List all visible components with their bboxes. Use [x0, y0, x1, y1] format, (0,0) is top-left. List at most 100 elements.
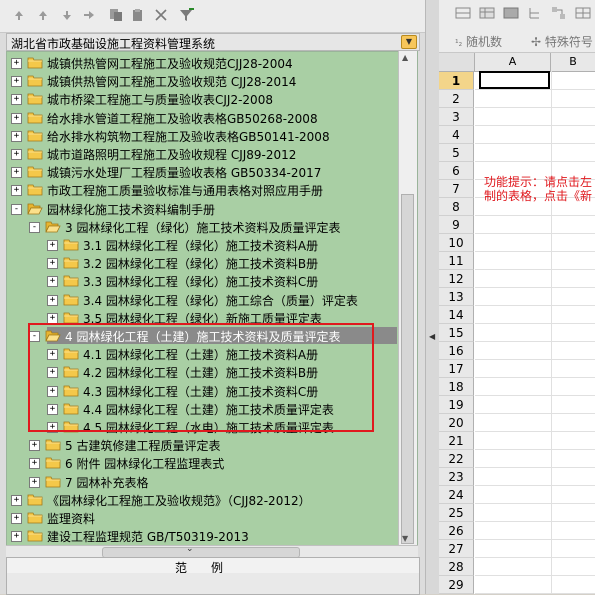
column-header[interactable]: A [475, 53, 551, 71]
tree-node[interactable]: +3.5 园林绿化工程（绿化）新施工质量评定表 [7, 309, 407, 327]
expand-icon[interactable]: + [47, 294, 58, 306]
row-header[interactable]: 21 [439, 432, 474, 450]
tree-node[interactable]: + 城镇污水处理厂工程质量验收表格 GB50334-2017 [7, 163, 407, 181]
row-header[interactable]: 22 [439, 450, 474, 468]
project-type-select[interactable]: 湖北省市政基础设施工程资料管理系统 ▼ [6, 33, 420, 51]
tree-node[interactable]: +3.1 园林绿化工程（绿化）施工技术资料A册 [7, 236, 407, 254]
expand-icon[interactable]: + [11, 513, 22, 524]
tree-node[interactable]: + 城镇供热管网工程施工及验收规范CJJ28-2004 [7, 54, 407, 72]
row-header[interactable]: 5 [439, 144, 474, 162]
scroll-thumb[interactable] [401, 194, 414, 544]
expand-icon[interactable]: + [47, 276, 58, 288]
tree-icon[interactable] [527, 6, 543, 23]
column-header[interactable]: B [551, 53, 595, 71]
tree-node[interactable]: + 城镇供热管网工程施工及验收规范 CJJ28-2014 [7, 72, 407, 90]
tree-node[interactable]: - 3 园林绿化工程（绿化）施工技术资料及质量评定表 [7, 218, 407, 236]
tree-vertical-scrollbar[interactable]: ▲ ▼ [398, 51, 417, 546]
tree-node[interactable]: + 城市道路照明工程施工及验收规程 CJJ89-2012 [7, 145, 407, 163]
row-header[interactable]: 3 [439, 108, 474, 126]
close-icon[interactable] [152, 6, 170, 24]
row-header[interactable]: 15 [439, 324, 474, 342]
sheet-icon[interactable] [503, 6, 519, 23]
tree-node[interactable]: - 4 园林绿化工程（土建）施工技术资料及质量评定表 [7, 327, 407, 345]
tree-node[interactable]: + 给水排水管道工程施工及验收表格GB50268-2008 [7, 109, 407, 127]
row-header[interactable]: 24 [439, 486, 474, 504]
row-header[interactable]: 29 [439, 576, 474, 594]
row-header[interactable]: 18 [439, 378, 474, 396]
row-header[interactable]: 17 [439, 360, 474, 378]
row-header[interactable]: 8 [439, 198, 474, 216]
row-header[interactable]: 11 [439, 252, 474, 270]
expand-icon[interactable]: + [11, 167, 22, 179]
tree-node[interactable]: +3.2 园林绿化工程（绿化）施工技术资料B册 [7, 254, 407, 272]
row-header[interactable]: 12 [439, 270, 474, 288]
insert-row-icon[interactable] [455, 6, 471, 23]
grid-icon[interactable] [575, 6, 591, 23]
expand-icon[interactable]: + [11, 112, 22, 124]
expand-icon[interactable]: + [29, 440, 40, 452]
expand-icon[interactable]: + [47, 385, 58, 397]
row-header[interactable]: 26 [439, 522, 474, 540]
row-header[interactable]: 4 [439, 126, 474, 144]
row-header[interactable]: 6 [439, 162, 474, 180]
row-header[interactable]: 9 [439, 216, 474, 234]
tree-node[interactable]: +4.3 园林绿化工程（土建）施工技术资料C册 [7, 382, 407, 400]
tree-node[interactable]: + 城市桥梁工程施工与质量验收表CJJ2-2008 [7, 90, 407, 108]
copy-icon[interactable] [107, 6, 125, 24]
collapse-icon[interactable]: - [29, 221, 40, 233]
tree-node[interactable]: - 园林绿化施工技术资料编制手册 [7, 200, 407, 218]
expand-icon[interactable]: + [47, 403, 58, 415]
row-header[interactable]: 28 [439, 558, 474, 576]
tree-node[interactable]: +4.2 园林绿化工程（土建）施工技术资料B册 [7, 363, 407, 381]
row-header[interactable]: 7 [439, 180, 474, 198]
scroll-down-icon[interactable]: ▼ [402, 534, 408, 543]
move-down-icon[interactable] [58, 6, 76, 24]
tree-node[interactable]: +7 园林补充表格 [7, 473, 407, 491]
expand-icon[interactable]: + [47, 258, 58, 270]
collapse-icon[interactable]: - [29, 331, 40, 342]
row-header[interactable]: 10 [439, 234, 474, 252]
move-up-icon[interactable] [34, 6, 52, 24]
expand-icon[interactable]: + [47, 312, 58, 324]
tree-node[interactable]: +3.3 园林绿化工程（绿化）施工技术资料C册 [7, 272, 407, 290]
tree-node[interactable]: +4.1 园林绿化工程（土建）施工技术资料A册 [7, 345, 407, 363]
expand-icon[interactable]: + [11, 94, 22, 106]
select-all-corner[interactable] [439, 53, 475, 71]
tree-node[interactable]: +4.4 园林绿化工程（土建）施工技术质量评定表 [7, 400, 407, 418]
expand-icon[interactable]: + [47, 422, 58, 433]
expand-icon[interactable]: + [47, 367, 58, 379]
expand-icon[interactable]: + [47, 349, 58, 361]
row-header[interactable]: 2 [439, 90, 474, 108]
expand-icon[interactable]: + [11, 494, 22, 506]
tree-node[interactable]: + 市政工程施工质量验收标准与通用表格对照应用手册 [7, 181, 407, 199]
row-header[interactable]: 13 [439, 288, 474, 306]
expand-icon[interactable]: + [11, 76, 22, 88]
connect-icon[interactable] [551, 6, 567, 23]
row-header[interactable]: 25 [439, 504, 474, 522]
panel-splitter[interactable]: ◀ [425, 0, 440, 594]
expand-icon[interactable]: + [11, 149, 22, 160]
special-symbol-button[interactable]: ✢ 特殊符号 [531, 33, 593, 50]
row-header[interactable]: 1 [439, 72, 474, 90]
tree-node[interactable]: + 建设工程监理规范 GB/T50319-2013 [7, 527, 407, 545]
expand-icon[interactable]: + [11, 58, 22, 69]
chevron-down-icon[interactable]: ⌄ [186, 544, 194, 554]
active-cell[interactable] [479, 71, 550, 89]
expand-icon[interactable]: + [11, 185, 22, 197]
expand-icon[interactable]: + [29, 458, 40, 470]
tree-node[interactable]: + 《园林绿化工程施工及验收规范》（CJJ82-2012） [7, 491, 407, 509]
chevron-down-icon[interactable]: ▼ [401, 35, 417, 49]
tree-node[interactable]: +3.4 园林绿化工程（绿化）施工综合（质量）评定表 [7, 291, 407, 309]
row-header[interactable]: 20 [439, 414, 474, 432]
tree-node[interactable]: + 监理资料 [7, 509, 407, 527]
move-top-icon[interactable] [10, 6, 28, 24]
row-header[interactable]: 14 [439, 306, 474, 324]
row-header[interactable]: 27 [439, 540, 474, 558]
row-header[interactable]: 19 [439, 396, 474, 414]
expand-icon[interactable]: + [47, 240, 58, 251]
scroll-up-icon[interactable]: ▲ [402, 53, 408, 62]
tree-node[interactable]: +6 附件 园林绿化工程监理表式 [7, 454, 407, 472]
random-number-button[interactable]: ¹₂ 随机数 [455, 33, 502, 50]
expand-icon[interactable]: + [11, 531, 22, 543]
collapse-icon[interactable]: - [11, 203, 22, 215]
